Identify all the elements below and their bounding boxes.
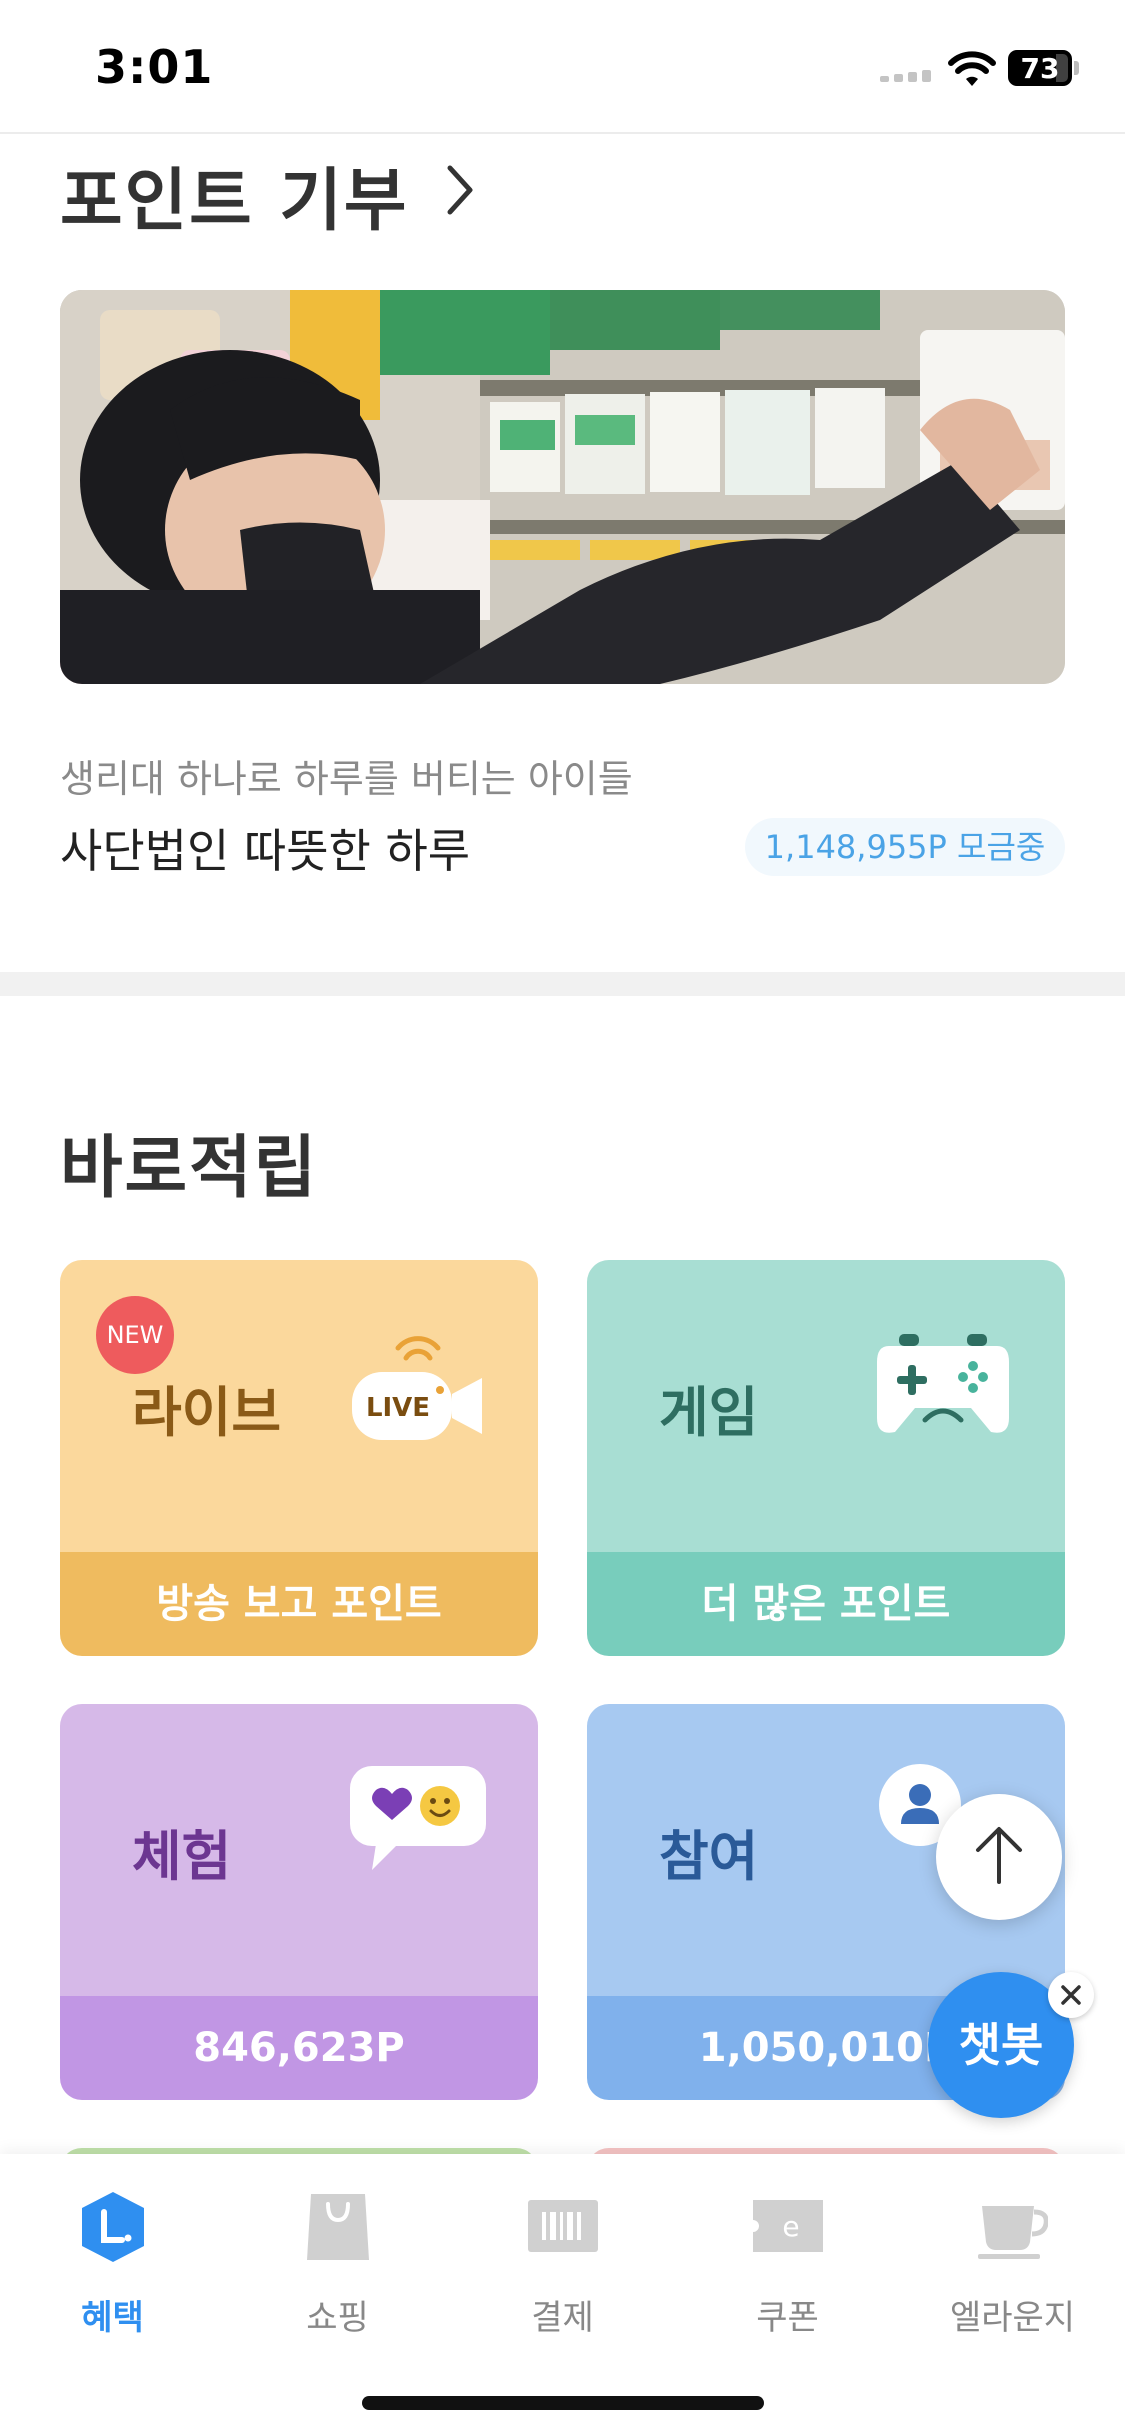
cellular-signal-icon <box>880 68 932 82</box>
coupon-icon: e <box>753 2200 823 2252</box>
tab-shopping-label: 쇼핑 <box>306 2298 369 2338</box>
svg-text:e: e <box>782 2210 799 2243</box>
section-divider <box>0 972 1125 996</box>
experience-card-caption: 846,623P <box>60 1996 538 2100</box>
battery-level: 73 <box>1020 52 1060 85</box>
live-camera-icon: LIVE <box>352 1336 482 1440</box>
benefit-icon <box>82 2192 144 2262</box>
tab-lounge-label: 엘라운지 <box>949 2298 1076 2338</box>
donation-points-badge: 1,148,955P 모금중 <box>745 818 1065 876</box>
tab-payment[interactable]: 결제 <box>450 2190 675 2350</box>
game-card-caption: 더 많은 포인트 <box>587 1552 1065 1656</box>
campaign-image[interactable] <box>60 290 1065 684</box>
chat-bubble-heart-icon <box>350 1766 486 1870</box>
tab-payment-label: 결제 <box>531 2298 594 2338</box>
status-time: 3:01 <box>95 40 214 94</box>
experience-card[interactable]: 체험 846,623P <box>60 1704 538 2100</box>
coffee-cup-icon <box>978 2206 1048 2259</box>
battery-icon: 73 <box>1008 50 1072 86</box>
tab-coupon[interactable]: e 쿠폰 <box>675 2190 900 2350</box>
tab-lounge[interactable]: 엘라운지 <box>900 2190 1125 2350</box>
new-badge: NEW <box>96 1296 174 1374</box>
barcode-icon <box>528 2200 598 2252</box>
scroll-to-top-button[interactable] <box>936 1794 1062 1920</box>
close-icon <box>1061 1985 1081 2005</box>
arrow-up-icon <box>976 1827 1022 1884</box>
tab-benefits[interactable]: 혜택 <box>0 2190 225 2350</box>
live-icon-text: LIVE <box>366 1393 430 1423</box>
wifi-icon <box>948 51 996 86</box>
experience-card-label: 체험 <box>132 1825 232 1888</box>
live-card[interactable]: NEW 라이브 LIVE 방송 보고 포인트 <box>60 1260 538 1656</box>
home-indicator <box>362 2396 764 2410</box>
bottom-tab-bar: 혜택 쇼핑 결제 e 쿠폰 엘라운지 <box>0 2154 1125 2436</box>
live-card-label: 라이브 <box>132 1381 282 1444</box>
status-bar: 3:01 73 <box>0 0 1125 134</box>
tab-coupon-label: 쿠폰 <box>756 2298 819 2338</box>
game-card-label: 게임 <box>659 1381 759 1444</box>
campaign-organization[interactable]: 사단법인 따뜻한 하루 <box>60 815 470 881</box>
battery-tip <box>1074 61 1079 75</box>
chatbot-close-button[interactable] <box>1048 1972 1094 2018</box>
campaign-subtitle[interactable]: 생리대 하나로 하루를 버티는 아이들 <box>60 748 633 803</box>
chevron-right-icon[interactable] <box>440 160 480 220</box>
donation-section-title[interactable]: 포인트 기부 <box>60 145 408 244</box>
instant-points-title: 바로적립 <box>60 1129 319 1208</box>
live-card-caption: 방송 보고 포인트 <box>60 1552 538 1656</box>
game-card[interactable]: 게임 더 많은 포인트 <box>587 1260 1065 1656</box>
gamepad-icon <box>877 1334 1009 1433</box>
shopping-bag-icon <box>307 2194 369 2260</box>
tab-benefits-label: 혜택 <box>81 2298 144 2338</box>
participate-card-label: 참여 <box>659 1825 759 1888</box>
tab-shopping[interactable]: 쇼핑 <box>225 2190 450 2350</box>
